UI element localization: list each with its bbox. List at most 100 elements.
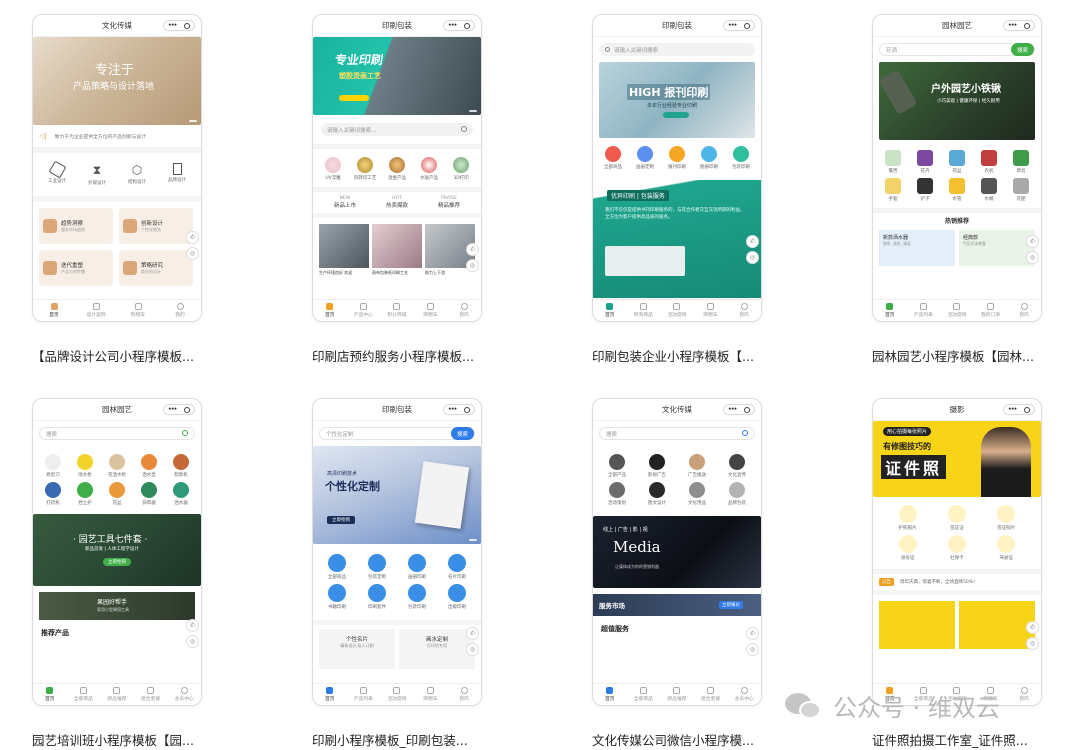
icon-item[interactable]: 画册印刷 (397, 554, 437, 580)
icon-item[interactable]: 修剪刀 (37, 454, 69, 478)
tab-combo[interactable]: 组合套餐 (694, 684, 728, 705)
icon-item[interactable]: 出版印刷 (437, 584, 477, 610)
search-button[interactable]: 搜索 (1010, 43, 1034, 56)
template-caption[interactable]: 印刷店预约服务小程序模板... (312, 346, 487, 365)
icon-item[interactable]: 身份证 (883, 535, 932, 561)
hot-item[interactable]: 新款洒水器 洗车, 浇花, 清洁 (879, 230, 955, 266)
icon-item[interactable]: 挡土护 (69, 482, 101, 506)
icon-item[interactable]: 烫金产品 (381, 157, 413, 181)
search-input[interactable]: 个性化定制 搜索 (319, 427, 475, 440)
service-tile[interactable]: 迭代重塑 产品与的传播 (39, 250, 113, 286)
product-card[interactable] (879, 601, 955, 649)
icon-item[interactable]: 洒水壶 (133, 454, 165, 478)
tab-cart[interactable]: 购物车 (414, 684, 448, 705)
tab-home[interactable]: 首页 (313, 300, 347, 321)
promo-praise[interactable]: PRAISE 精品推荐 (438, 196, 460, 209)
tab-products[interactable]: 产品列表 (907, 300, 941, 321)
template-card-6[interactable]: 印刷包装 ••• 个性化定制 搜索 高清印刷技术 个性化定制 立即抢购 全部商品… (312, 398, 482, 749)
search-button[interactable]: 搜索 (450, 427, 474, 440)
icon-item[interactable]: 全部商品 (317, 554, 357, 580)
icon-item[interactable]: 篱笆 (877, 150, 909, 174)
promo-hot[interactable]: HOT 热卖爆款 (386, 196, 408, 209)
search-input[interactable]: 花洒 搜索 (879, 43, 1035, 56)
market-button[interactable]: 立即报价 (719, 601, 743, 609)
template-caption[interactable]: 园艺培训班小程序模板【园... (32, 730, 207, 749)
icon-item[interactable]: 签证证 (932, 505, 981, 531)
service-tile[interactable]: 策略研究 商业的设计 (119, 250, 193, 286)
search-input[interactable]: 搜索 (39, 427, 195, 440)
icon-item[interactable]: 打药机 (37, 482, 69, 506)
phone-icon[interactable]: ✆ (186, 619, 199, 632)
icon-item[interactable]: 割草机 (165, 454, 197, 478)
tab-member[interactable]: 会员中心 (167, 684, 201, 705)
phone-icon[interactable]: ✆ (746, 235, 759, 248)
phone-icon[interactable]: ✆ (746, 627, 759, 640)
icon-item[interactable]: 农机 (973, 150, 1005, 174)
chat-icon[interactable]: ◎ (186, 247, 199, 260)
phone-icon[interactable]: ✆ (466, 243, 479, 256)
product-card[interactable] (959, 601, 1035, 649)
promo-new[interactable]: NEW 新品上市 (334, 196, 356, 209)
icon-item[interactable]: 文化宣传 (717, 454, 757, 478)
chat-icon[interactable]: ◎ (466, 643, 479, 656)
tab-me[interactable]: 我的 (447, 684, 481, 705)
search-input[interactable]: 请输入关键词搜索... (321, 123, 473, 136)
icon-item[interactable]: 护照照片 (883, 505, 932, 531)
template-caption[interactable]: 文化传媒公司微信小程序模... (592, 730, 767, 749)
icon-item[interactable]: 包装定制 (357, 554, 397, 580)
template-card-5[interactable]: 园林园艺 ••• 搜索 修剪刀 喷水枪 花洒水枪 洒水壶 割草机 打药机 挡土护… (32, 398, 202, 749)
tab-cart[interactable]: 购物车 (414, 300, 448, 321)
template-caption[interactable]: 证件照拍摄工作室_证件照... (872, 730, 1047, 749)
market-bar[interactable]: 服务市场 立即报价 (593, 594, 761, 616)
service-tile[interactable]: 趋势洞察 服务市场趋势 (39, 208, 113, 244)
product-card[interactable]: 个性名片 精致设计,私人订制 (319, 629, 395, 669)
tab-member[interactable]: 会员中心 (727, 684, 761, 705)
product-card[interactable]: 雨布包装纸印刷工艺 (372, 224, 422, 276)
icon-item[interactable]: 工业设计 (37, 160, 77, 186)
icon-item[interactable]: 广告推送 (677, 454, 717, 478)
icon-item[interactable]: 骑草器 (133, 482, 165, 506)
tab-cart[interactable]: 购物车 (694, 300, 728, 321)
search-input[interactable]: 请输入关键词搜索 (599, 43, 755, 56)
phone-icon[interactable]: ✆ (186, 231, 199, 244)
tab-new[interactable]: 新品推荐 (660, 684, 694, 705)
tab-products[interactable]: 产品列表 (347, 684, 381, 705)
chat-icon[interactable]: ◎ (1026, 251, 1039, 264)
product-card[interactable]: 生产环境良好 欢迎 (319, 224, 369, 276)
icon-item[interactable]: 花盆 (101, 482, 133, 506)
icon-item[interactable]: 花肥 (1005, 178, 1037, 202)
chat-icon[interactable]: ◎ (466, 259, 479, 272)
icon-item[interactable]: 草剪 (1005, 150, 1037, 174)
icon-item[interactable]: 洒水器 (165, 482, 197, 506)
icon-item[interactable]: 水桶 (973, 178, 1005, 202)
icon-item[interactable]: 活动策划 (597, 482, 637, 506)
tab-home[interactable]: 首页 (33, 684, 67, 705)
tab-all[interactable]: 所有商品 (627, 300, 661, 321)
search-input[interactable]: 搜索 (599, 427, 755, 440)
tab-promo[interactable]: 活动促销 (940, 300, 974, 321)
icon-item[interactable]: 包装印刷 (397, 584, 437, 610)
icon-item[interactable]: 水管 (941, 178, 973, 202)
template-caption[interactable]: 印刷包装企业小程序模板【... (592, 346, 767, 365)
icon-item[interactable]: 水贴产品 (413, 157, 445, 181)
template-caption[interactable]: 【品牌设计公司小程序模板... (32, 346, 207, 365)
chat-icon[interactable]: ◎ (746, 251, 759, 264)
tab-home[interactable]: 首页 (873, 300, 907, 321)
icon-item[interactable]: ⧗ 外观设计 (77, 163, 117, 186)
tab-all[interactable]: 全部商品 (627, 684, 661, 705)
icon-item[interactable]: 全部商品 (597, 146, 629, 170)
tab-me[interactable]: 我的 (1007, 684, 1041, 705)
tab-me[interactable]: 我的 (447, 300, 481, 321)
tab-home[interactable]: 首页 (313, 684, 347, 705)
icon-item[interactable]: 喷水枪 (69, 454, 101, 478)
icon-item[interactable]: 手套 (877, 178, 909, 202)
icon-item[interactable]: 铲子 (909, 178, 941, 202)
promo-strip[interactable]: 果园好帮手 家用小型果园工具 (39, 592, 195, 620)
icon-item[interactable]: 品牌包装 (717, 482, 757, 506)
tab-promo[interactable]: 活动促销 (660, 300, 694, 321)
icon-item[interactable]: 文化用品 (677, 482, 717, 506)
icon-item[interactable]: 画册定制 (629, 146, 661, 170)
template-card-2[interactable]: 印刷包装 ••• 专业印刷 塑胶烫画工艺 请输入关键词搜索... UV浮雕 热转… (312, 14, 482, 365)
icon-item[interactable]: 图文设计 (637, 482, 677, 506)
template-card-7[interactable]: 文化传媒 ••• 搜索 全部产品 影视广告 广告推送 文化宣传 活动策划 图文设… (592, 398, 762, 749)
